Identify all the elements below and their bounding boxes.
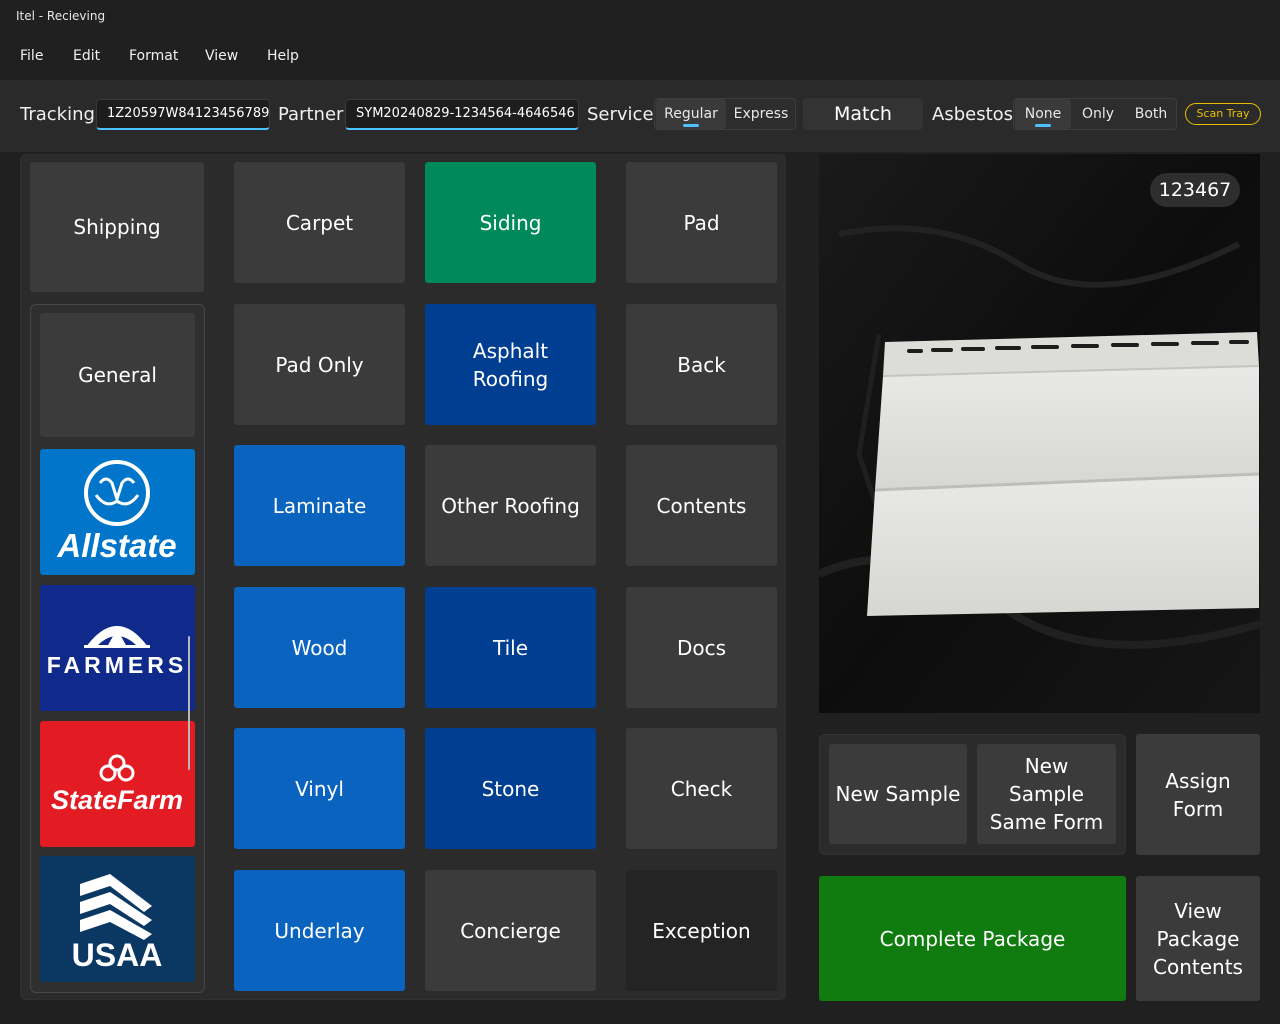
allstate-wordmark: Allstate: [56, 527, 176, 564]
partner-logo-statefarm[interactable]: StateFarm: [40, 721, 195, 847]
category-siding[interactable]: Siding: [425, 162, 596, 283]
category-wood[interactable]: Wood: [234, 587, 405, 708]
tracking-label: Tracking: [20, 104, 95, 125]
category-back[interactable]: Back: [626, 304, 777, 425]
view-package-contents-button[interactable]: View Package Contents: [1136, 876, 1260, 1001]
general-button[interactable]: General: [40, 313, 195, 437]
partner-input[interactable]: SYM20240829-1234564-4646546: [345, 99, 579, 130]
partner-logo-usaa[interactable]: USAA: [40, 856, 195, 982]
farmers-wordmark: FARMERS: [47, 652, 187, 678]
service-option-express[interactable]: Express: [726, 99, 796, 129]
menu-file[interactable]: File: [20, 48, 43, 64]
menu-format[interactable]: Format: [129, 48, 178, 64]
category-laminate[interactable]: Laminate: [234, 445, 405, 566]
service-option-regular[interactable]: Regular: [656, 99, 726, 129]
statefarm-logo-icon: StateFarm: [51, 754, 183, 815]
category-check[interactable]: Check: [626, 728, 777, 849]
assign-form-button[interactable]: Assign Form: [1136, 734, 1260, 855]
scan-tray-button[interactable]: Scan Tray: [1185, 103, 1261, 125]
tracking-input[interactable]: 1Z20597W84123456789: [96, 99, 270, 130]
asbestos-option-only[interactable]: Only: [1071, 99, 1125, 129]
shipping-button[interactable]: Shipping: [30, 162, 204, 292]
menu-bar: File Edit Format View Help: [0, 34, 1280, 80]
asbestos-label: Asbestos: [932, 104, 1014, 125]
asbestos-option-both[interactable]: Both: [1125, 99, 1177, 129]
service-label: Service: [587, 104, 654, 125]
category-other-roofing[interactable]: Other Roofing: [425, 445, 596, 566]
sample-id-badge: 123467: [1150, 173, 1240, 207]
match-button[interactable]: Match: [803, 98, 923, 130]
category-stone[interactable]: Stone: [425, 728, 596, 849]
category-vinyl[interactable]: Vinyl: [234, 728, 405, 849]
asbestos-selector: None Only Both: [1013, 98, 1177, 130]
category-docs[interactable]: Docs: [626, 587, 777, 708]
asbestos-option-none[interactable]: None: [1015, 99, 1071, 129]
service-option-regular-label: Regular: [664, 106, 718, 122]
partner-list-scrollbar[interactable]: [188, 636, 190, 770]
new-sample-button[interactable]: New Sample: [829, 744, 967, 844]
farmers-logo-icon: FARMERS: [47, 626, 187, 678]
partner-logo-allstate[interactable]: Allstate: [40, 449, 195, 575]
partner-logo-farmers[interactable]: FARMERS: [40, 585, 195, 711]
new-sample-same-form-button[interactable]: New Sample Same Form: [977, 744, 1116, 844]
category-asphalt-roofing[interactable]: Asphalt Roofing: [425, 304, 596, 425]
category-tile[interactable]: Tile: [425, 587, 596, 708]
allstate-logo-icon: Allstate: [56, 460, 177, 564]
siding-sample-image: [819, 154, 1260, 713]
category-contents[interactable]: Contents: [626, 445, 777, 566]
menu-view[interactable]: View: [205, 48, 238, 64]
category-underlay[interactable]: Underlay: [234, 870, 405, 991]
menu-help[interactable]: Help: [267, 48, 299, 64]
partner-label: Partner: [278, 104, 344, 125]
window-title: Itel - Recieving: [16, 9, 106, 23]
selected-indicator: [1035, 124, 1051, 127]
category-exception[interactable]: Exception: [626, 870, 777, 991]
complete-package-button[interactable]: Complete Package: [819, 876, 1126, 1001]
statefarm-wordmark: StateFarm: [51, 785, 183, 815]
category-pad[interactable]: Pad: [626, 162, 777, 283]
sample-photo: [819, 154, 1260, 713]
category-pad-only[interactable]: Pad Only: [234, 304, 405, 425]
selected-indicator: [683, 124, 699, 127]
usaa-logo-icon: USAA: [72, 874, 163, 973]
service-selector: Regular Express: [654, 98, 796, 130]
asbestos-option-none-label: None: [1024, 106, 1062, 122]
title-bar: Itel - Recieving: [0, 0, 1280, 34]
menu-edit[interactable]: Edit: [73, 48, 100, 64]
category-carpet[interactable]: Carpet: [234, 162, 405, 283]
category-concierge[interactable]: Concierge: [425, 870, 596, 991]
usaa-wordmark: USAA: [72, 937, 163, 973]
